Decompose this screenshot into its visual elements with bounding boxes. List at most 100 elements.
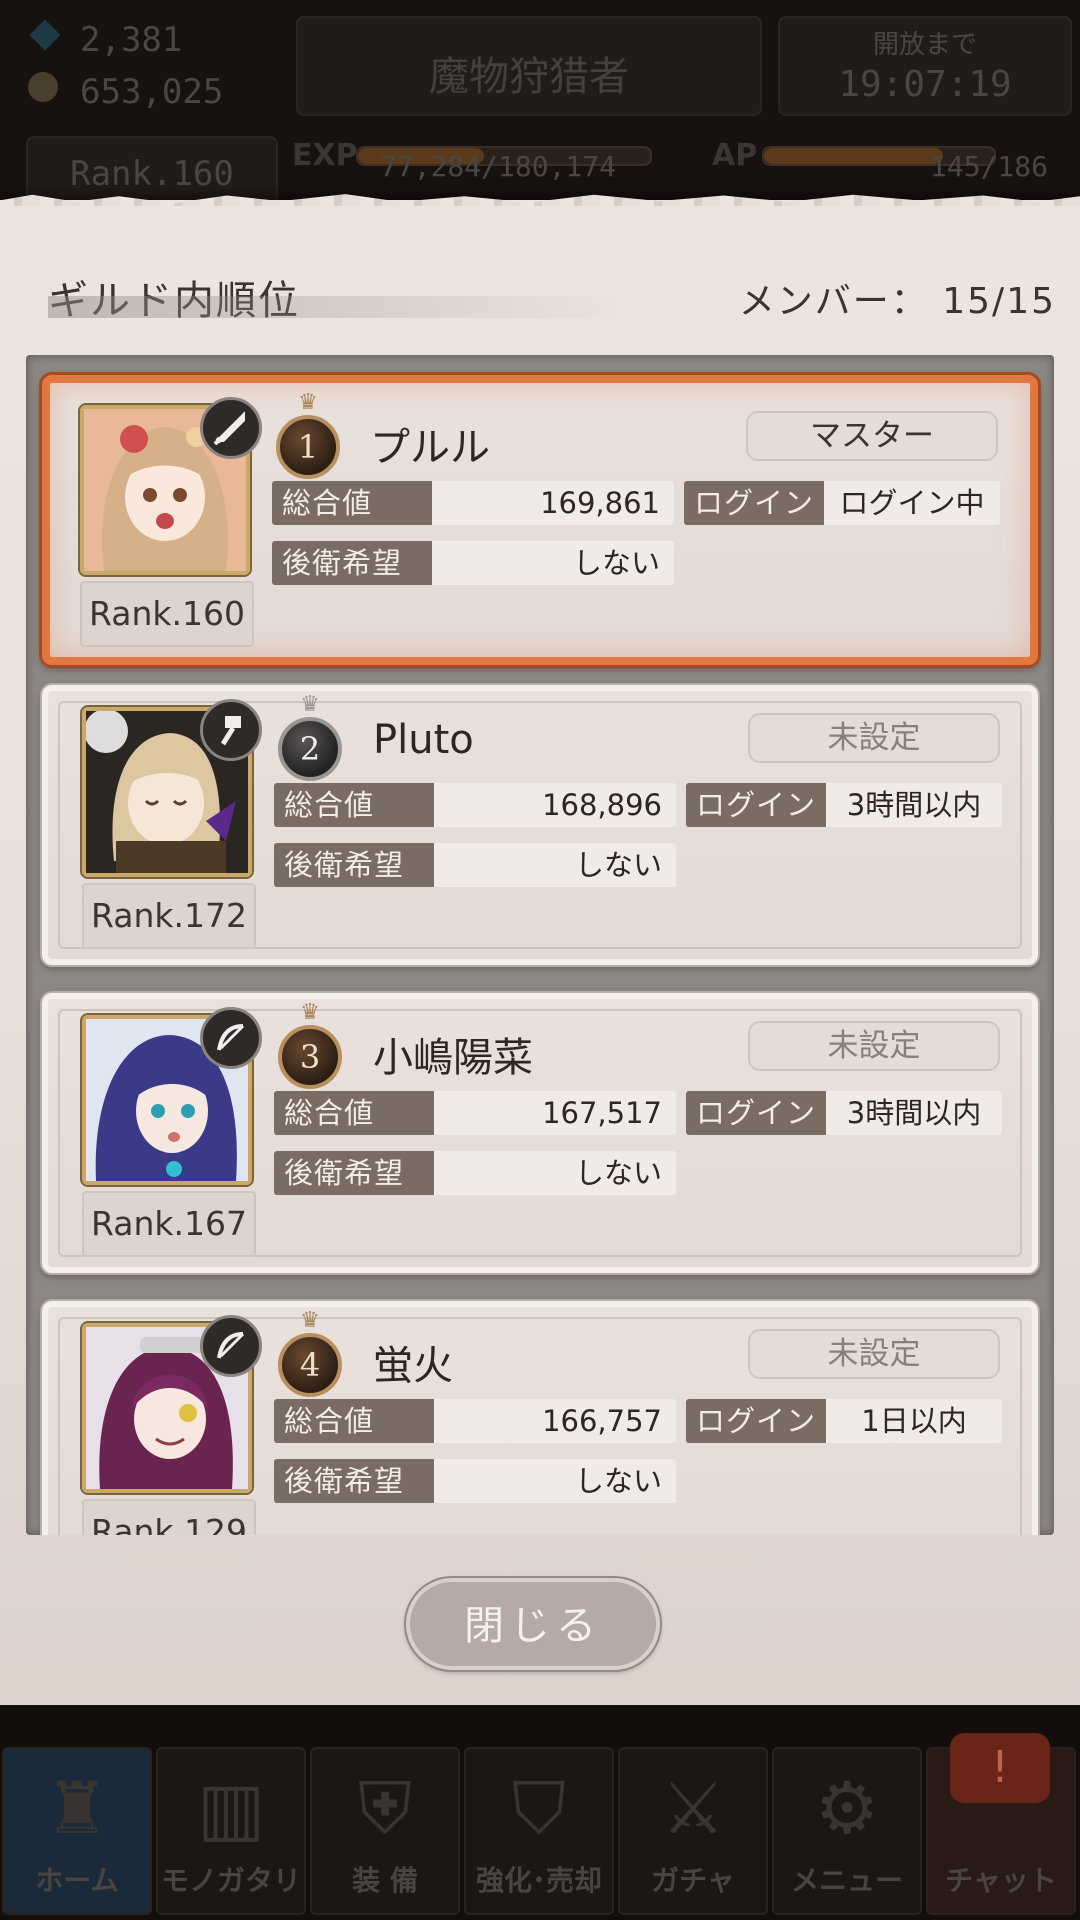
login-value: ログイン中 (824, 481, 1000, 525)
login-label: ログイン (686, 783, 826, 827)
member-card[interactable]: Rank.167 3 小嶋陽菜 未設定 総合値 167,517 ログイン 3時間… (42, 993, 1038, 1273)
total-stat: 総合値 166,757 (274, 1399, 676, 1443)
login-value: 1日以内 (826, 1399, 1002, 1443)
total-label: 総合値 (274, 1091, 434, 1135)
total-stat: 総合値 167,517 (274, 1091, 676, 1135)
total-value: 166,757 (434, 1399, 676, 1443)
login-stat: ログイン 3時間以内 (686, 1091, 1002, 1135)
rear-value: しない (434, 1151, 676, 1195)
nav-equipment[interactable]: ⛨ 装 備 (310, 1747, 460, 1915)
member-rank: Rank.160 (80, 581, 254, 647)
member-name[interactable]: 蛍火 (373, 1333, 453, 1391)
guild-name: 魔物狩猎者 (429, 54, 629, 100)
guild-name-panel: 魔物狩猎者 (296, 16, 762, 116)
total-label: 総合値 (274, 1399, 434, 1443)
gears-icon: ⚙ (814, 1766, 880, 1850)
login-value: 3時間以内 (826, 1091, 1002, 1135)
member-count-value: 15/15 (942, 281, 1056, 322)
timer-label: 開放まで (872, 30, 977, 60)
login-stat: ログイン ログイン中 (684, 481, 1000, 525)
title-underline (48, 296, 628, 318)
member-rank: Rank.167 (82, 1191, 256, 1257)
rear-stat: 後衛希望 しない (272, 541, 674, 585)
ap-value: 145/186 (930, 150, 1049, 183)
rear-value: しない (434, 1459, 676, 1503)
rear-stat: 後衛希望 しない (274, 1459, 676, 1503)
player-rank: Rank.160 (70, 154, 234, 194)
rear-label: 後衛希望 (274, 1459, 434, 1503)
nav-label: モノガタリ (160, 1864, 301, 1897)
ap-bar-fill (764, 148, 944, 164)
member-rank: Rank.129 (82, 1499, 256, 1535)
total-value: 168,896 (434, 783, 676, 827)
rear-label: 後衛希望 (274, 843, 434, 887)
nav-label: 装 備 (352, 1864, 418, 1897)
rank-medal-icon: 2 (278, 717, 342, 781)
member-card[interactable]: Rank.129 4 蛍火 未設定 総合値 166,757 ログイン 1日以内 … (42, 1301, 1038, 1535)
timer-panel: 開放まで 19:07:19 (778, 16, 1072, 116)
login-value: 3時間以内 (826, 783, 1002, 827)
rank-medal-icon: 3 (278, 1025, 342, 1089)
rear-label: 後衛希望 (274, 1151, 434, 1195)
nav-label: 強化･売却 (475, 1864, 602, 1897)
bow-icon (200, 1315, 262, 1377)
book-icon: ▥ (196, 1766, 266, 1850)
swords-icon: ⚔ (660, 1766, 726, 1850)
rear-label: 後衛希望 (272, 541, 432, 585)
nav-gacha[interactable]: ⚔ ガチャ (618, 1747, 768, 1915)
close-button[interactable]: 閉じる (406, 1578, 660, 1670)
member-role: 未設定 (748, 1021, 1000, 1071)
rear-value: しない (434, 843, 676, 887)
armor-icon: ⛨ (357, 1766, 412, 1850)
member-card[interactable]: Rank.172 2 Pluto 未設定 総合値 168,896 ログイン 3時… (42, 685, 1038, 965)
timer-value: 19:07:19 (838, 64, 1012, 105)
gem-count: 2,381 (80, 20, 183, 60)
gem-icon (29, 19, 61, 51)
hammer-icon (200, 699, 262, 761)
member-name[interactable]: 小嶋陽菜 (373, 1025, 533, 1083)
nav-menu[interactable]: ⚙ メニュー (772, 1747, 922, 1915)
rank-medal-icon: 4 (278, 1333, 342, 1397)
total-value: 169,861 (432, 481, 674, 525)
nav-label: チャット (945, 1864, 1057, 1897)
member-count-label: メンバー： (738, 281, 929, 322)
coin-icon (28, 72, 58, 102)
nav-label: メニュー (790, 1864, 903, 1897)
rear-stat: 後衛希望 しない (274, 1151, 676, 1195)
total-value: 167,517 (434, 1091, 676, 1135)
login-label: ログイン (684, 481, 824, 525)
login-label: ログイン (686, 1091, 826, 1135)
coin-count: 653,025 (80, 72, 224, 112)
total-label: 総合値 (274, 783, 434, 827)
sword-icon (200, 397, 262, 459)
bottom-nav: ♜ ホーム ▥ モノガタリ ⛨ 装 備 ⛉ 強化･売却 ⚔ ガチャ ⚙ メニュー… (0, 1705, 1080, 1920)
login-stat: ログイン 1日以内 (686, 1399, 1002, 1443)
total-stat: 総合値 168,896 (274, 783, 676, 827)
nav-label: ガチャ (651, 1864, 735, 1897)
total-stat: 総合値 169,861 (272, 481, 674, 525)
nav-home[interactable]: ♜ ホーム (2, 1747, 152, 1915)
rear-value: しない (432, 541, 674, 585)
member-card[interactable]: Rank.160 1 プルル マスター 総合値 169,861 ログイン ログイ… (42, 375, 1038, 665)
member-count: メンバー： 15/15 (739, 272, 1056, 324)
bow-icon (200, 1007, 262, 1069)
top-hud: 2,381 653,025 魔物狩猎者 開放まで 19:07:19 Rank.1… (0, 0, 1080, 210)
member-name[interactable]: プルル (370, 415, 490, 473)
ap-label: AP (712, 138, 758, 173)
member-list[interactable]: Rank.160 1 プルル マスター 総合値 169,861 ログイン ログイ… (26, 355, 1054, 1535)
login-label: ログイン (686, 1399, 826, 1443)
member-name[interactable]: Pluto (373, 717, 474, 763)
member-rank: Rank.172 (82, 883, 256, 949)
exp-value: 77,284/180,174 (380, 150, 617, 183)
login-stat: ログイン 3時間以内 (686, 783, 1002, 827)
shield-icon: ⛉ (511, 1766, 566, 1850)
member-role: 未設定 (748, 713, 1000, 763)
member-role: マスター (746, 411, 998, 461)
total-label: 総合値 (272, 481, 432, 525)
nav-chat[interactable]: ! チャット (926, 1733, 1076, 1915)
exp-label: EXP (292, 138, 358, 173)
nav-enhance[interactable]: ⛉ 強化･売却 (464, 1747, 614, 1915)
member-role: 未設定 (748, 1329, 1000, 1379)
chat-alert-icon: ! (950, 1733, 1050, 1803)
nav-story[interactable]: ▥ モノガタリ (156, 1747, 306, 1915)
